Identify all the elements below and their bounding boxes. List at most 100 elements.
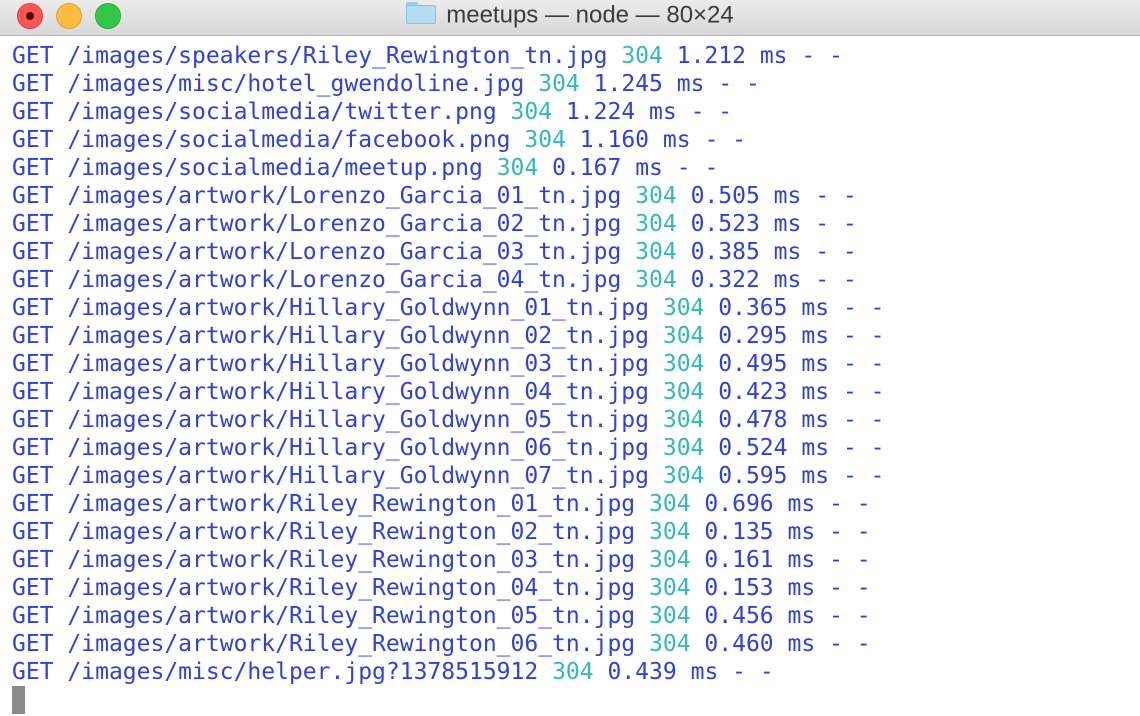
log-method: GET xyxy=(12,463,54,489)
log-line: GET /images/artwork/Hillary_Goldwynn_05_… xyxy=(12,406,1132,434)
folder-body xyxy=(406,5,437,25)
log-line: GET /images/artwork/Lorenzo_Garcia_04_tn… xyxy=(12,266,1132,294)
log-path: /images/misc/hotel_gwendoline.jpg xyxy=(67,71,525,97)
log-line: GET /images/artwork/Riley_Rewington_01_t… xyxy=(12,490,1132,518)
log-path: /images/misc/helper.jpg?1378515912 xyxy=(67,659,539,685)
log-trailer: - - xyxy=(842,323,885,349)
log-unit: ms xyxy=(801,407,830,433)
log-path: /images/socialmedia/meetup.png xyxy=(67,155,483,181)
log-unit: ms xyxy=(801,379,830,405)
log-method: GET xyxy=(12,239,54,265)
close-button[interactable] xyxy=(17,3,43,29)
log-status: 304 xyxy=(538,71,580,97)
log-trailer: - - xyxy=(842,379,885,405)
log-unit: ms xyxy=(801,463,830,489)
log-line: GET /images/artwork/Lorenzo_Garcia_02_tn… xyxy=(12,210,1132,238)
log-method: GET xyxy=(12,435,54,461)
log-duration: 0.295 xyxy=(718,323,788,349)
minimize-button[interactable] xyxy=(56,3,82,29)
prompt-line[interactable] xyxy=(12,686,1132,714)
log-duration: 0.385 xyxy=(690,239,760,265)
log-line: GET /images/artwork/Lorenzo_Garcia_03_tn… xyxy=(12,238,1132,266)
log-duration: 0.505 xyxy=(690,183,760,209)
log-path: /images/artwork/Riley_Rewington_03_tn.jp… xyxy=(67,547,636,573)
log-trailer: - - xyxy=(732,659,774,685)
folder-icon xyxy=(406,2,437,25)
log-method: GET xyxy=(12,99,54,125)
log-path: /images/artwork/Hillary_Goldwynn_07_tn.j… xyxy=(67,463,649,489)
log-unit: ms xyxy=(801,323,830,349)
log-line: GET /images/artwork/Riley_Rewington_03_t… xyxy=(12,546,1132,574)
log-unit: ms xyxy=(649,99,677,125)
terminal-output[interactable]: GET /images/speakers/Riley_Rewington_tn.… xyxy=(12,42,1132,714)
log-unit: ms xyxy=(690,659,719,685)
log-unit: ms xyxy=(787,631,816,657)
log-line: GET /images/artwork/Hillary_Goldwynn_03_… xyxy=(12,350,1132,378)
log-path: /images/artwork/Hillary_Goldwynn_02_tn.j… xyxy=(67,323,649,349)
log-method: GET xyxy=(12,323,54,349)
log-path: /images/artwork/Lorenzo_Garcia_01_tn.jpg xyxy=(67,183,622,209)
log-status: 304 xyxy=(496,155,539,181)
log-unit: ms xyxy=(787,491,816,517)
log-duration: 0.696 xyxy=(704,491,774,517)
log-duration: 0.153 xyxy=(704,575,774,601)
log-method: GET xyxy=(12,659,54,685)
log-line: GET /images/socialmedia/meetup.png 304 0… xyxy=(12,154,1132,182)
text-cursor xyxy=(12,686,25,714)
log-line: GET /images/artwork/Hillary_Goldwynn_02_… xyxy=(12,322,1132,350)
title-area: meetups — node — 80×24 xyxy=(0,0,1140,34)
log-method: GET xyxy=(12,491,54,517)
log-status: 304 xyxy=(649,575,691,601)
log-status: 304 xyxy=(662,435,705,461)
log-line: GET /images/artwork/Riley_Rewington_02_t… xyxy=(12,518,1132,546)
log-status: 304 xyxy=(635,211,677,237)
log-method: GET xyxy=(12,43,54,69)
log-method: GET xyxy=(12,547,54,573)
log-trailer: - - xyxy=(718,71,760,97)
log-trailer: - - xyxy=(842,351,885,377)
log-trailer: - - xyxy=(842,463,885,489)
log-trailer: - - xyxy=(829,575,871,601)
log-duration: 1.212 xyxy=(676,43,746,69)
log-trailer: - - xyxy=(815,267,857,293)
log-path: /images/artwork/Riley_Rewington_04_tn.jp… xyxy=(67,575,636,601)
log-trailer: - - xyxy=(815,239,857,265)
log-duration: 0.456 xyxy=(704,603,774,629)
zoom-button[interactable] xyxy=(95,3,121,29)
log-duration: 1.245 xyxy=(593,71,663,97)
log-path: /images/artwork/Hillary_Goldwynn_05_tn.j… xyxy=(67,407,649,433)
log-path: /images/artwork/Lorenzo_Garcia_02_tn.jpg xyxy=(67,211,622,237)
log-unit: ms xyxy=(787,603,816,629)
log-duration: 1.224 xyxy=(565,99,636,125)
log-unit: ms xyxy=(801,435,830,461)
log-duration: 0.439 xyxy=(607,659,677,685)
log-line: GET /images/artwork/Hillary_Goldwynn_01_… xyxy=(12,294,1132,322)
title-bar[interactable]: meetups — node — 80×24 xyxy=(0,0,1140,36)
log-unit: ms xyxy=(635,155,663,181)
log-line: GET /images/artwork/Riley_Rewington_05_t… xyxy=(12,602,1132,630)
log-status: 304 xyxy=(649,547,691,573)
log-status: 304 xyxy=(552,659,594,685)
log-status: 304 xyxy=(635,267,677,293)
log-line: GET /images/artwork/Hillary_Goldwynn_06_… xyxy=(12,434,1132,462)
log-duration: 0.523 xyxy=(690,211,760,237)
log-trailer: - - xyxy=(842,295,885,321)
log-duration: 1.160 xyxy=(579,127,650,153)
log-line: GET /images/artwork/Lorenzo_Garcia_01_tn… xyxy=(12,182,1132,210)
log-status: 304 xyxy=(510,99,553,125)
log-method: GET xyxy=(12,267,54,293)
log-path: /images/artwork/Lorenzo_Garcia_04_tn.jpg xyxy=(67,267,622,293)
log-status: 304 xyxy=(662,351,705,377)
log-method: GET xyxy=(12,575,54,601)
log-duration: 0.423 xyxy=(718,379,788,405)
log-trailer: - - xyxy=(829,547,871,573)
log-status: 304 xyxy=(649,603,691,629)
window-title: meetups — node — 80×24 xyxy=(446,1,734,29)
log-trailer: - - xyxy=(801,43,843,69)
log-unit: ms xyxy=(801,351,830,377)
log-path: /images/artwork/Lorenzo_Garcia_03_tn.jpg xyxy=(67,239,622,265)
log-status: 304 xyxy=(635,183,677,209)
log-duration: 0.365 xyxy=(718,295,788,321)
log-duration: 0.595 xyxy=(718,463,788,489)
log-line: GET /images/artwork/Hillary_Goldwynn_07_… xyxy=(12,462,1132,490)
